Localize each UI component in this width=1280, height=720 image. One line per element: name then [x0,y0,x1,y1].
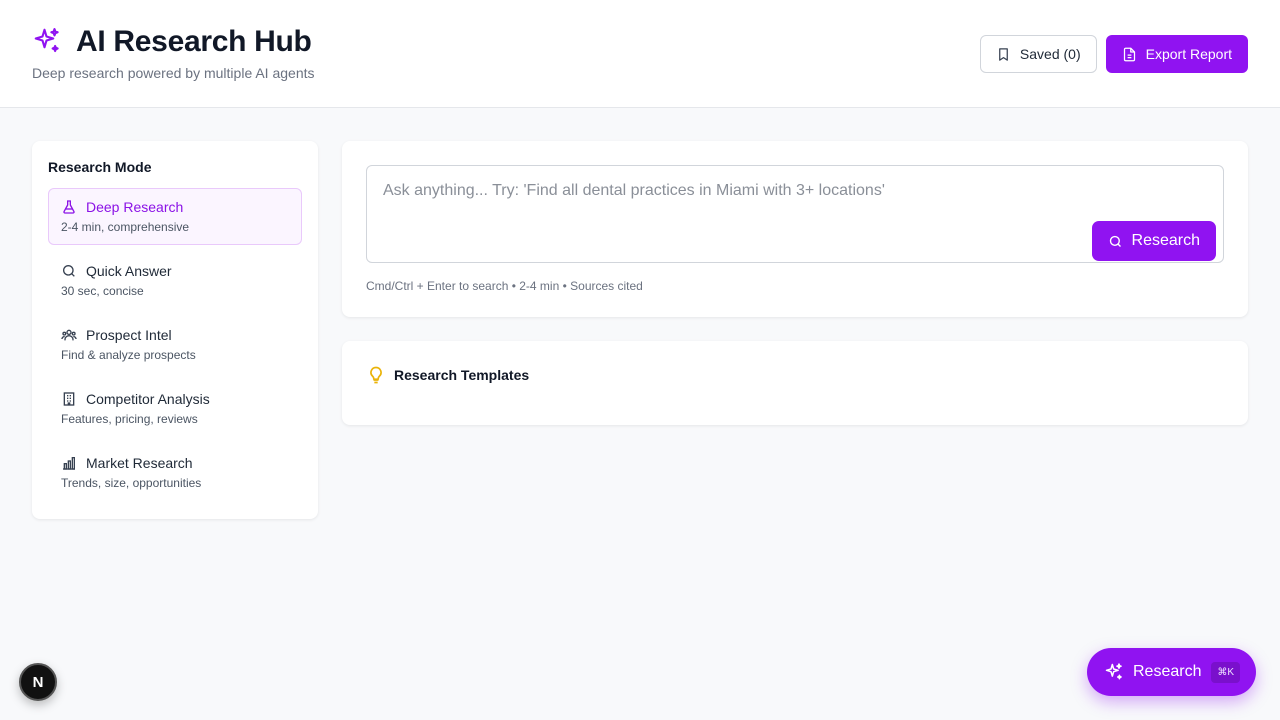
lightbulb-icon [366,365,386,385]
mode-label: Prospect Intel [86,327,172,343]
mode-label: Quick Answer [86,263,172,279]
building-icon [61,391,77,407]
mode-description: 2-4 min, comprehensive [61,220,190,234]
mode-quick-answer[interactable]: Quick Answer 30 sec, concise [48,252,302,309]
mode-competitor-analysis[interactable]: Competitor Analysis Features, pricing, r… [48,380,302,437]
users-icon [61,327,77,343]
mode-deep-research[interactable]: Deep Research 2-4 min, comprehensive [48,188,302,245]
export-button-label: Export Report [1145,46,1232,62]
flask-icon [61,199,77,215]
fab-label: Research [1133,663,1202,680]
research-templates-card: Research Templates [342,341,1248,425]
mode-market-research[interactable]: Market Research Trends, size, opportunit… [48,444,302,501]
research-mode-panel: Research Mode Deep Research 2-4 min, com… [32,141,318,519]
saved-button-label: Saved (0) [1019,46,1081,62]
mode-label: Competitor Analysis [86,391,210,407]
mode-label: Deep Research [86,199,184,215]
research-button-label: Research [1131,232,1200,249]
mode-description: 30 sec, concise [61,284,144,298]
mode-description: Trends, size, opportunities [61,476,202,490]
research-query-input[interactable] [367,166,1223,216]
search-icon [61,263,77,279]
research-query-card: Research Cmd/Ctrl + Enter to search • 2-… [342,141,1248,317]
app-header: AI Research Hub Deep research powered by… [0,0,1280,108]
mode-label: Market Research [86,455,193,471]
bookmark-icon [996,47,1011,62]
bar-chart-icon [61,455,77,471]
research-fab-button[interactable]: Research ⌘K [1087,648,1256,696]
header-actions: Saved (0) Export Report [979,35,1248,73]
export-report-button[interactable]: Export Report [1105,35,1248,73]
research-button[interactable]: Research [1091,221,1216,261]
mode-description: Find & analyze prospects [61,348,196,362]
research-mode-title: Research Mode [48,159,152,175]
dev-tools-badge[interactable]: N [19,663,57,701]
mode-description: Features, pricing, reviews [61,412,198,426]
mode-prospect-intel[interactable]: Prospect Intel Find & analyze prospects [48,316,302,373]
query-box: Research [366,165,1224,263]
page-title: AI Research Hub [76,25,312,58]
keyboard-shortcut-badge: ⌘K [1211,661,1240,683]
saved-button[interactable]: Saved (0) [979,35,1097,73]
templates-title: Research Templates [394,367,530,383]
search-icon [1108,234,1123,249]
sparkles-icon [32,26,64,58]
search-hint: Cmd/Ctrl + Enter to search • 2-4 min • S… [366,279,643,293]
sparkles-icon [1104,662,1124,682]
page-subtitle: Deep research powered by multiple AI age… [32,65,315,81]
brand: AI Research Hub Deep research powered by… [32,24,315,81]
file-text-icon [1122,47,1137,62]
